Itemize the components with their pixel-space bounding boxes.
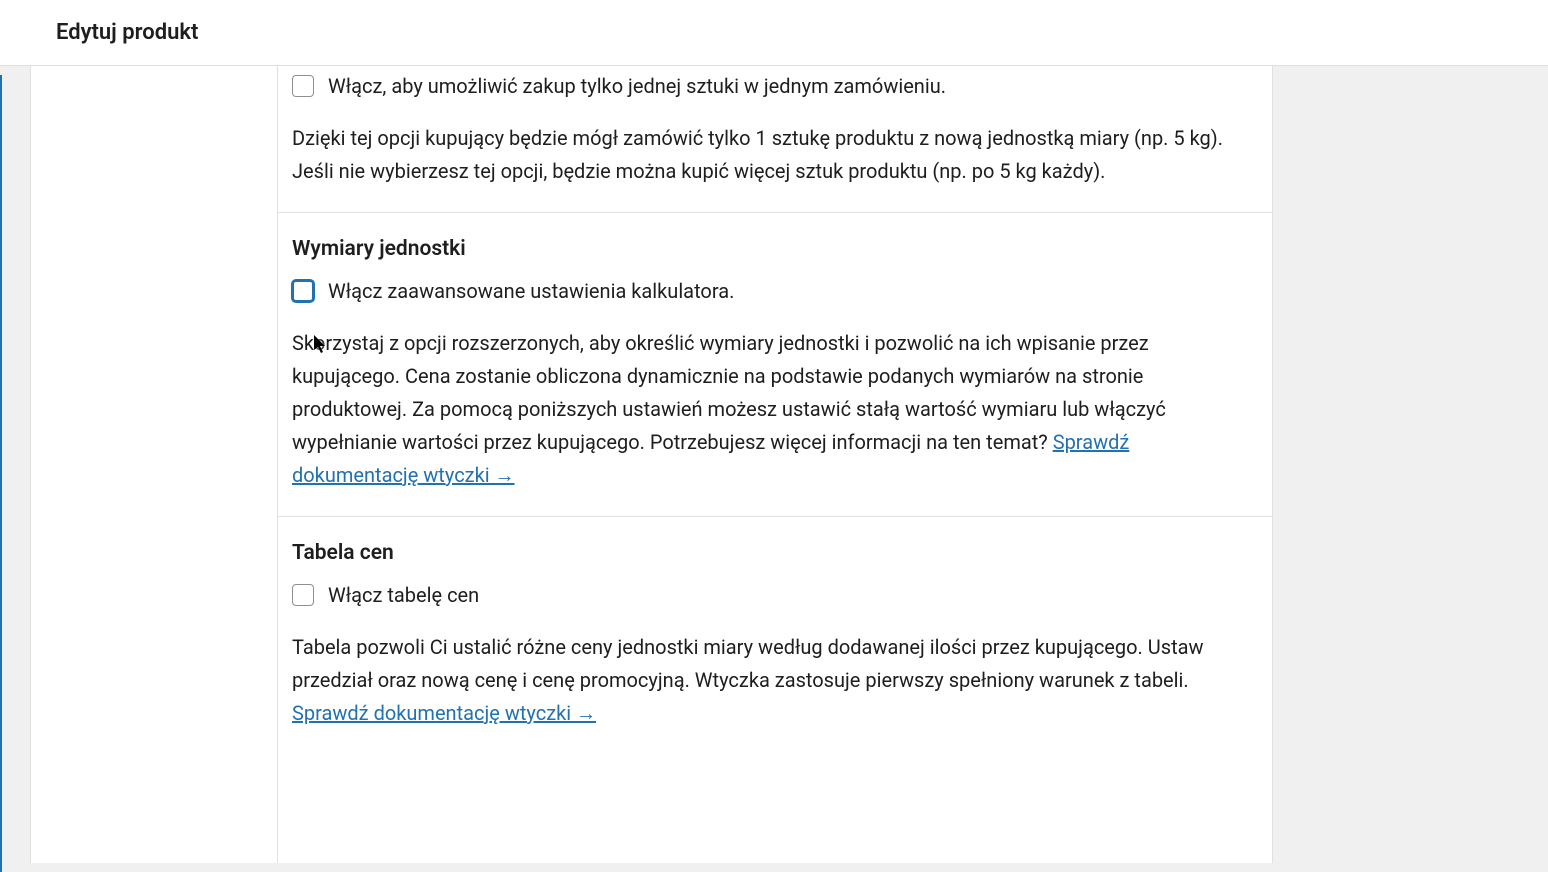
unit-dimensions-checkbox[interactable] xyxy=(292,280,314,302)
single-item-description: Dzięki tej opcji kupujący będzie mógł za… xyxy=(292,122,1258,188)
price-table-description: Tabela pozwoli Ci ustalić różne ceny jed… xyxy=(292,631,1258,730)
unit-dimensions-checkbox-label: Włącz zaawansowane ustawienia kalkulator… xyxy=(328,279,734,303)
left-accent-edge xyxy=(0,75,2,872)
single-item-section: Włącz, aby umożliwić zakup tylko jednej … xyxy=(278,66,1272,213)
price-table-checkbox-row: Włącz tabelę cen xyxy=(292,583,1258,607)
unit-dimensions-description: Skorzystaj z opcji rozszerzonych, aby ok… xyxy=(292,327,1258,492)
single-item-checkbox-row: Włącz, aby umożliwić zakup tylko jednej … xyxy=(292,74,1258,98)
single-item-checkbox[interactable] xyxy=(292,75,314,97)
price-table-title: Tabela cen xyxy=(292,541,1258,565)
single-item-checkbox-label: Włącz, aby umożliwić zakup tylko jednej … xyxy=(328,74,946,98)
main-container: Włącz, aby umożliwić zakup tylko jednej … xyxy=(0,66,1548,863)
price-table-doc-link[interactable]: Sprawdź dokumentację wtyczki → xyxy=(292,701,596,725)
page-title: Edytuj produkt xyxy=(56,20,1492,45)
content-panel: Włącz, aby umożliwić zakup tylko jednej … xyxy=(278,66,1273,863)
price-table-checkbox[interactable] xyxy=(292,584,314,606)
unit-dimensions-title: Wymiary jednostki xyxy=(292,237,1258,261)
unit-dimensions-description-text: Skorzystaj z opcji rozszerzonych, aby ok… xyxy=(292,331,1166,454)
settings-sidebar xyxy=(30,66,278,863)
price-table-description-text: Tabela pozwoli Ci ustalić różne ceny jed… xyxy=(292,635,1204,692)
page-header: Edytuj produkt xyxy=(0,0,1548,66)
price-table-section: Tabela cen Włącz tabelę cen Tabela pozwo… xyxy=(278,517,1272,754)
price-table-checkbox-label: Włącz tabelę cen xyxy=(328,583,479,607)
unit-dimensions-checkbox-row: Włącz zaawansowane ustawienia kalkulator… xyxy=(292,279,1258,303)
unit-dimensions-section: Wymiary jednostki Włącz zaawansowane ust… xyxy=(278,213,1272,517)
